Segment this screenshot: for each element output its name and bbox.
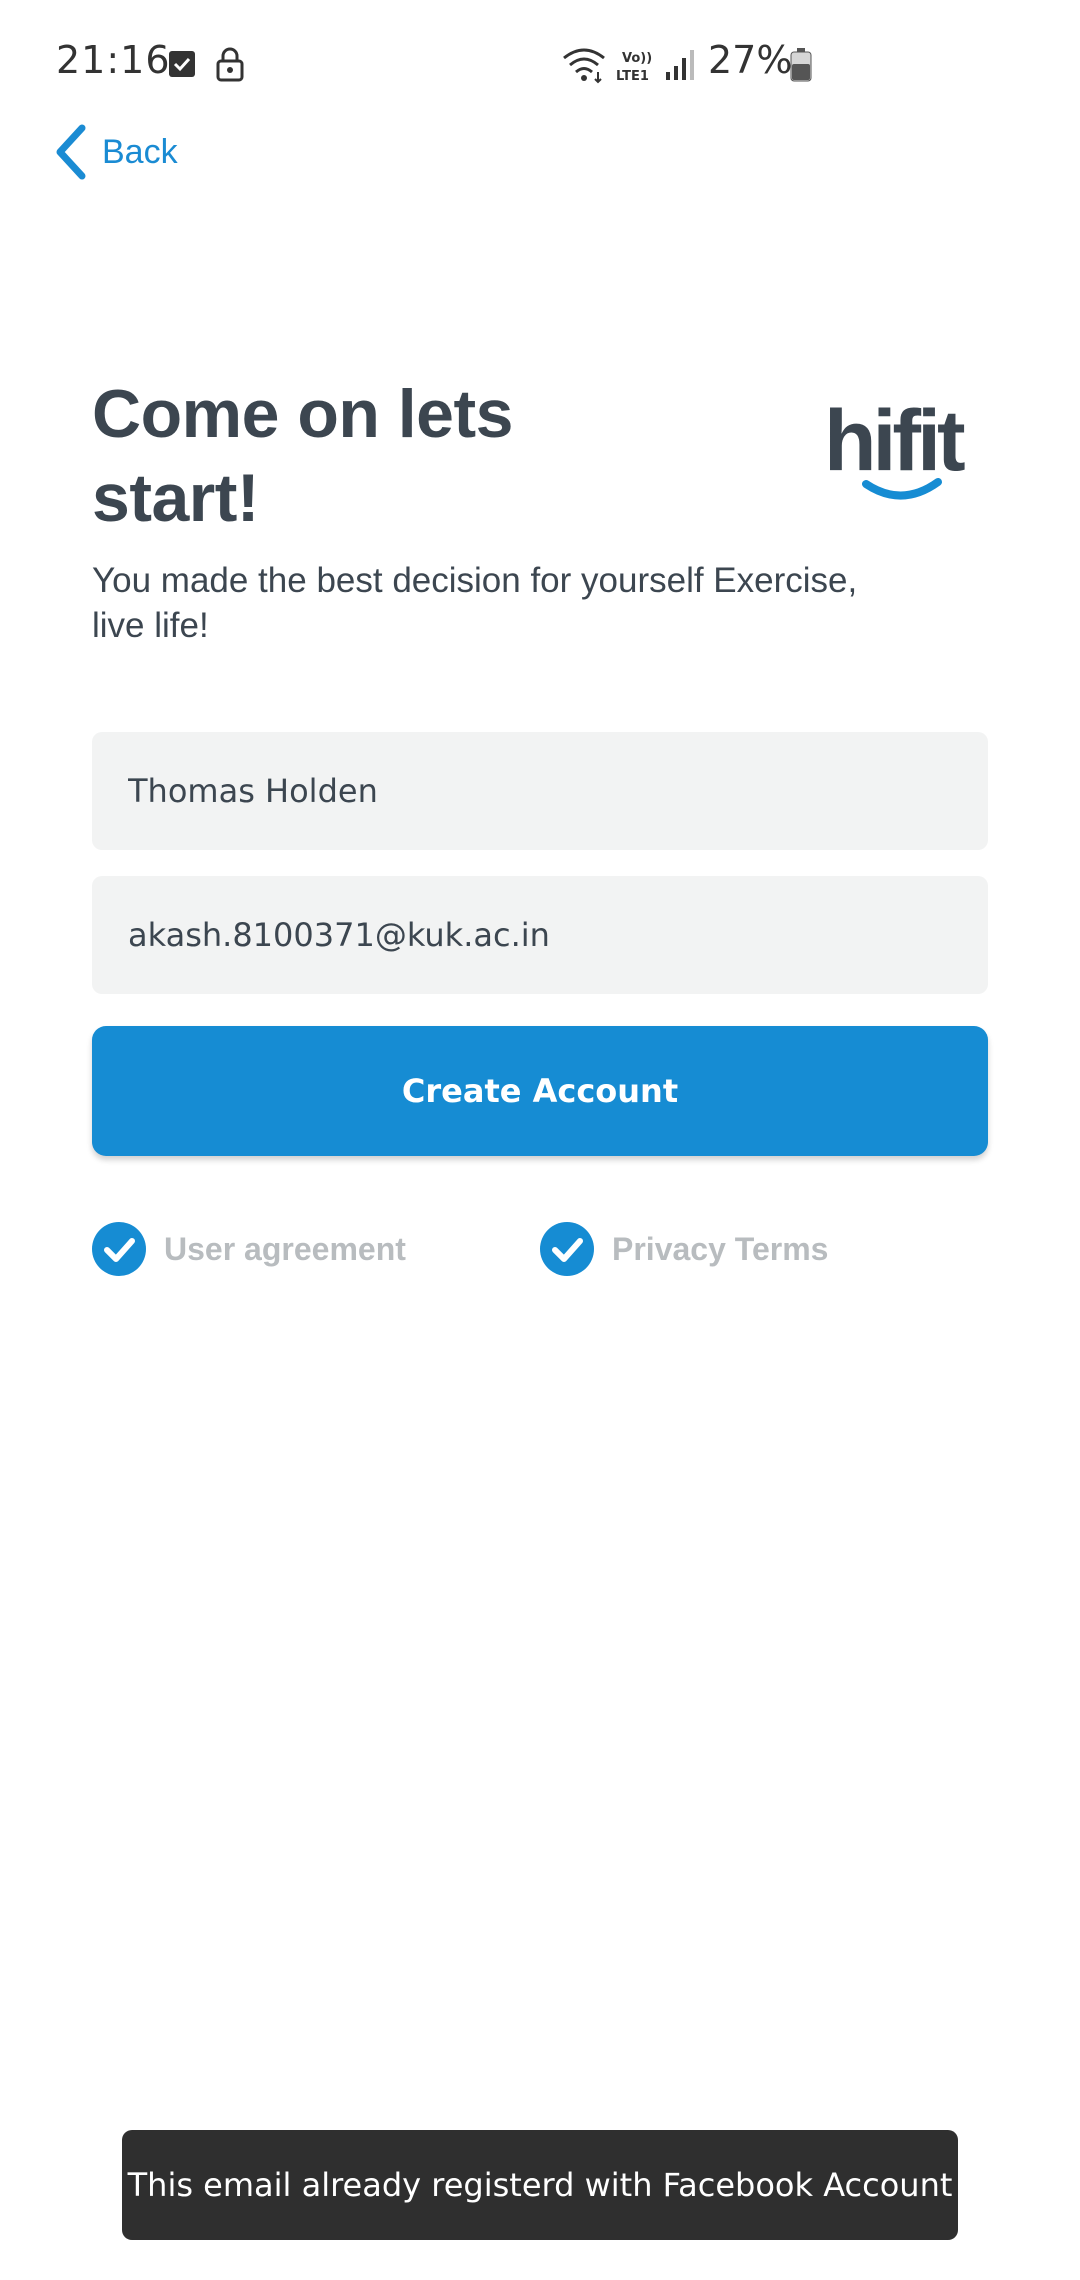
create-account-button[interactable]: Create Account [92, 1026, 988, 1156]
name-input[interactable] [128, 772, 988, 810]
toast-message: This email already registerd with Facebo… [122, 2130, 958, 2240]
privacy-terms-label[interactable]: Privacy Terms [612, 1231, 828, 1268]
wifi-icon [563, 48, 605, 84]
battery-icon [790, 48, 812, 82]
hifit-logo: hifit [824, 396, 969, 500]
checkbox-icon [169, 51, 195, 77]
svg-text:LTE1: LTE1 [616, 69, 649, 84]
email-field[interactable] [92, 876, 988, 994]
page-title: Come on lets start! [92, 376, 513, 536]
user-agreement-checkbox[interactable]: User agreement [92, 1222, 406, 1276]
svg-text:Vo)): Vo)) [622, 51, 652, 66]
status-bar: 21:16 Vo)) LTE1 27% [0, 0, 1080, 130]
back-label: Back [102, 132, 178, 171]
signal-icon [666, 50, 694, 80]
check-circle-icon [92, 1222, 146, 1276]
privacy-terms-checkbox[interactable]: Privacy Terms [540, 1222, 828, 1276]
svg-text:hifit: hifit [824, 396, 965, 489]
email-input[interactable] [128, 916, 988, 954]
volte-icon: Vo)) LTE1 [616, 51, 652, 84]
chevron-left-icon [56, 124, 86, 180]
lock-icon [216, 47, 244, 82]
status-time: 21:16 [56, 38, 171, 82]
name-field[interactable] [92, 732, 988, 850]
check-circle-icon [540, 1222, 594, 1276]
battery-percent: 27% [708, 38, 793, 82]
page-subtitle: You made the best decision for yourself … [92, 561, 858, 645]
user-agreement-label[interactable]: User agreement [164, 1231, 406, 1268]
back-button[interactable]: Back [52, 122, 178, 182]
